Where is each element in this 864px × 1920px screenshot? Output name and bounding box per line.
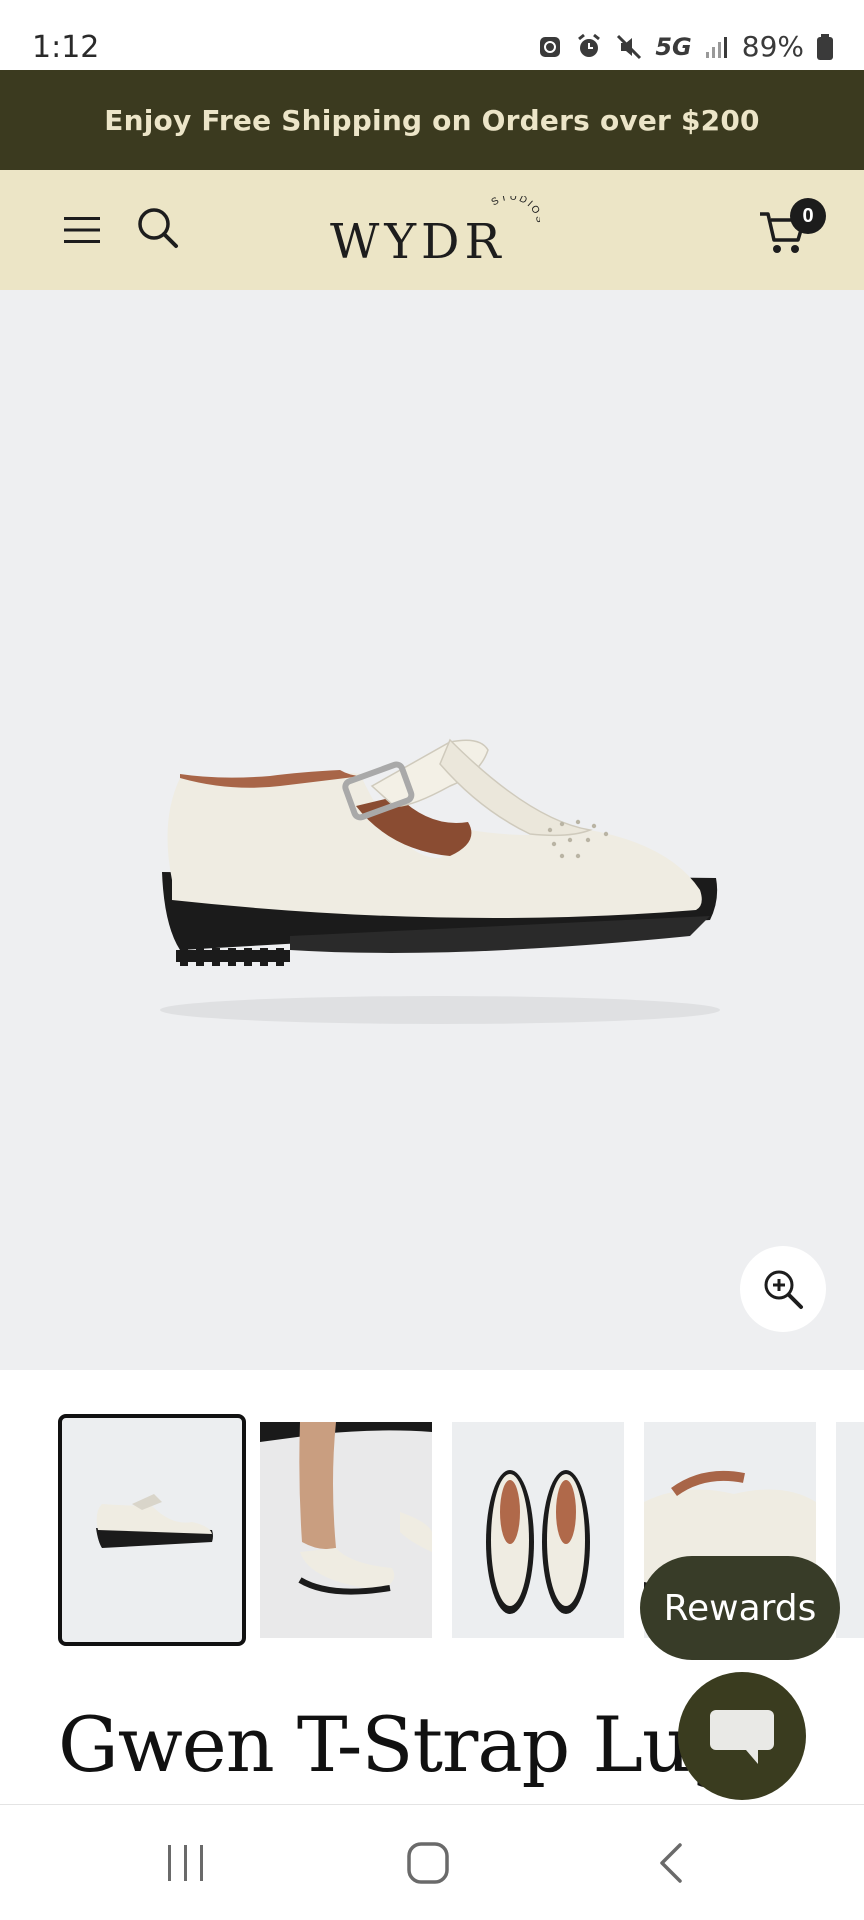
recycle-icon [540, 36, 561, 57]
rewards-button[interactable]: Rewards [640, 1556, 840, 1660]
announcement-text: Enjoy Free Shipping on Orders over $200 [104, 103, 760, 137]
status-time: 1:12 [32, 30, 100, 65]
thumbnail-3[interactable] [452, 1422, 624, 1638]
product-title: Gwen T-Strap Lug [58, 1700, 739, 1789]
hamburger-icon [64, 217, 100, 243]
status-icons: 5G 89% [537, 30, 834, 63]
thumbnail-5[interactable] [836, 1422, 864, 1638]
chat-bubble-icon [710, 1710, 774, 1764]
status-bar: 1:12 5G 89% [0, 0, 864, 70]
announcement-bar: Enjoy Free Shipping on Orders over $200 [0, 70, 864, 170]
system-nav-bar [0, 1804, 864, 1920]
chat-button[interactable] [678, 1672, 806, 1800]
brand-logo[interactable]: WYDR STUDIOS [330, 196, 540, 270]
thumbnail-2[interactable] [260, 1422, 432, 1638]
thumbnail-shoe-side [96, 1494, 213, 1548]
site-header: WYDR STUDIOS 0 [0, 170, 864, 290]
zoom-button[interactable] [740, 1246, 826, 1332]
network-type: 5G [655, 32, 692, 61]
battery-icon [817, 33, 833, 60]
alarm-icon [578, 33, 601, 57]
signal-icon [705, 36, 727, 58]
cart-count-badge: 0 [790, 198, 826, 234]
logo-studios-arc: STUDIOS [490, 196, 540, 226]
back-icon[interactable] [654, 1841, 690, 1885]
thumbnail-model-legs [260, 1422, 432, 1638]
thumbnail-1[interactable] [58, 1414, 246, 1646]
mute-icon [617, 34, 642, 59]
search-button[interactable] [134, 204, 182, 252]
battery-level: 89% [741, 30, 804, 63]
zoom-in-icon [764, 1270, 803, 1309]
product-main-image[interactable] [0, 290, 864, 1370]
search-icon [138, 208, 178, 248]
home-icon[interactable] [406, 1841, 450, 1885]
menu-button[interactable] [58, 206, 106, 254]
thumbnail-shoe-pair-top [486, 1470, 590, 1614]
svg-text:STUDIOS: STUDIOS [490, 196, 540, 226]
shoe-image [160, 738, 720, 1024]
recent-apps-icon[interactable] [164, 1843, 208, 1883]
